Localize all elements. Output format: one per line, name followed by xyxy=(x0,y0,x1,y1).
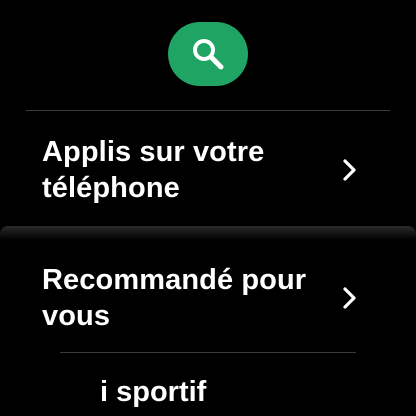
search-button[interactable] xyxy=(168,22,248,86)
list-item-partial[interactable]: i sportif xyxy=(0,374,416,416)
list-item-phone-apps[interactable]: Applis sur votre téléphone xyxy=(0,132,416,208)
divider-top xyxy=(26,110,390,111)
divider-bottom xyxy=(60,352,356,353)
list-item-label: i sportif xyxy=(100,376,207,408)
search-icon xyxy=(193,39,224,70)
chevron-right-icon xyxy=(343,159,356,181)
list-item-label: Applis sur votre téléphone xyxy=(42,136,265,204)
list-item-recommended[interactable]: Recommandé pour vous xyxy=(0,260,416,336)
app-list-screen: Applis sur votre téléphone Recommandé po… xyxy=(0,0,416,416)
section-separator-band xyxy=(0,226,416,240)
list-item-label: Recommandé pour vous xyxy=(42,264,307,332)
chevron-right-icon xyxy=(343,287,356,309)
